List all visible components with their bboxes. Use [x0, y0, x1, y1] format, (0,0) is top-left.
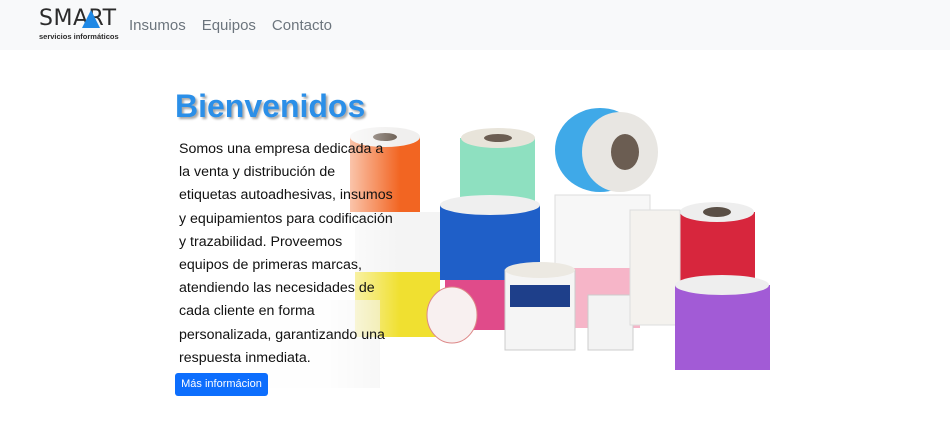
brand-logo[interactable]: SMART servicios informáticos [39, 7, 119, 43]
page-title: Bienvenidos [175, 88, 366, 124]
printed-label-roll [504, 262, 576, 351]
small-label-roll [426, 286, 478, 344]
nav-links: Insumos Equipos Contacto [129, 16, 332, 36]
brand-name: SMART [39, 6, 117, 31]
purple-roll [675, 275, 770, 370]
nav-item-equipos[interactable]: Equipos [202, 16, 256, 36]
nav-item-insumos[interactable]: Insumos [129, 16, 186, 36]
hero-description: Somos una empresa dedicada a la venta y … [179, 141, 393, 366]
light-blue-roll [555, 108, 658, 192]
nav-item-contacto[interactable]: Contacto [272, 16, 332, 36]
white-stack-roll [629, 209, 681, 326]
logo-triangle-icon [82, 10, 100, 28]
small-white-roll [587, 294, 634, 351]
brand-tagline: servicios informáticos [39, 32, 119, 41]
more-info-button[interactable]: Más informácion [175, 373, 268, 396]
navbar: SMART servicios informáticos Insumos Equ… [0, 0, 950, 50]
